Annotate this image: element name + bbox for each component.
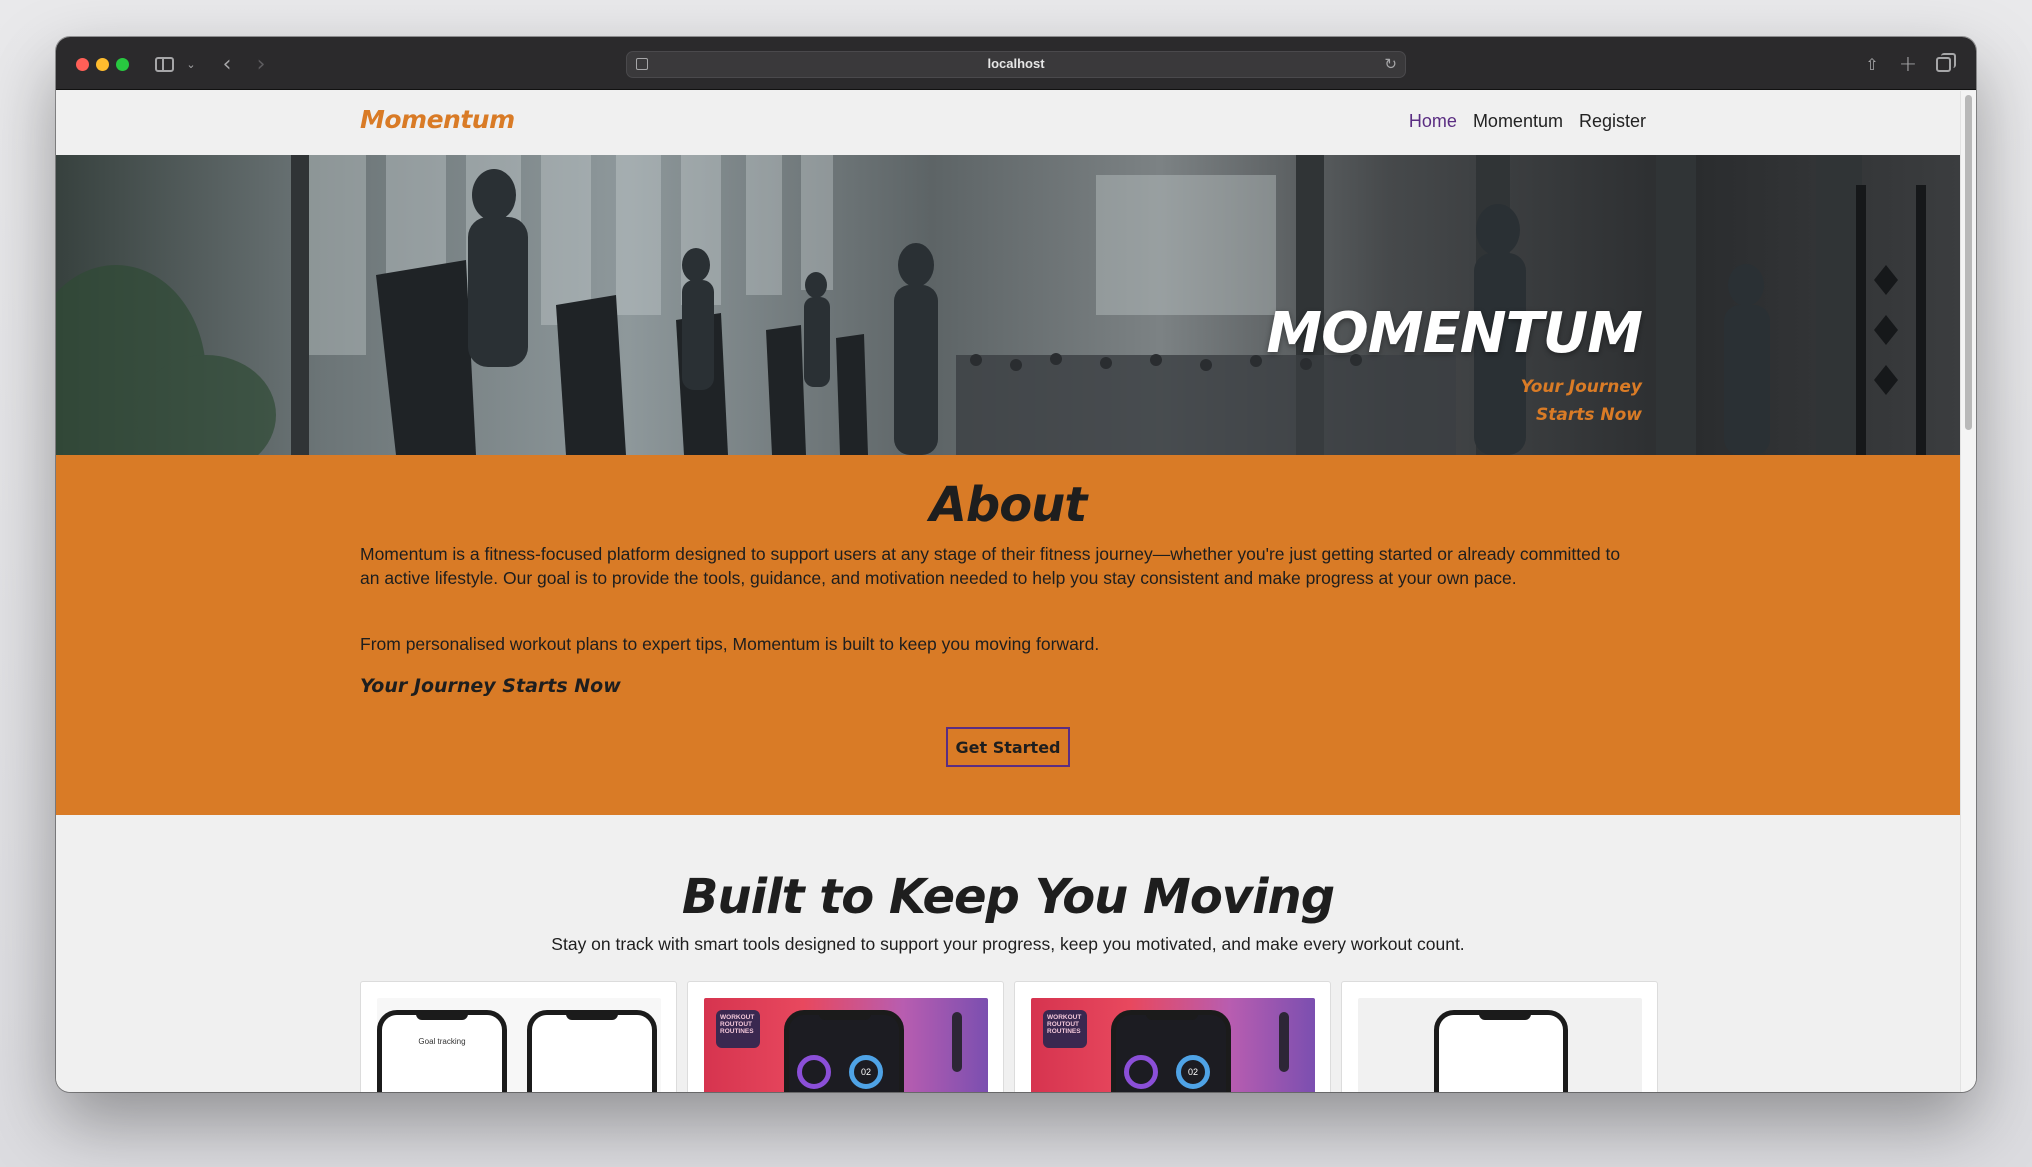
nav-link-momentum[interactable]: Momentum — [1473, 111, 1563, 132]
stat-bar — [1279, 1012, 1289, 1072]
scrollbar-thumb[interactable] — [1965, 95, 1972, 430]
progress-dial: 02 — [1176, 1055, 1210, 1089]
about-title: About — [929, 477, 1088, 533]
feature-cards: Goal tracking WORKOUT ROUTOUT ROUTINES 0… — [360, 981, 1658, 1092]
url-text: localhost — [987, 56, 1045, 71]
about-paragraph-2: From personalised workout plans to exper… — [360, 634, 1100, 654]
page-viewport: Momentum Home Momentum Register MOMENTUM… — [56, 91, 1960, 1092]
address-bar[interactable]: localhost ↻ — [626, 51, 1406, 78]
minimize-window-button[interactable] — [96, 58, 109, 71]
reload-icon[interactable]: ↻ — [1384, 55, 1397, 73]
workout-badge: WORKOUT ROUTOUT ROUTINES — [716, 1010, 760, 1048]
hero-tagline-line1: Your Journey — [1520, 377, 1642, 397]
about-paragraph-1: Momentum is a fitness-focused platform d… — [360, 544, 1621, 588]
progress-dial — [797, 1055, 831, 1089]
phone-screen-label: Goal tracking — [418, 1037, 466, 1046]
chevron-down-icon[interactable]: ⌄ — [184, 51, 198, 77]
hero-tagline: Your Journey Starts Now — [1502, 373, 1642, 429]
forward-arrow-icon[interactable]: › — [250, 51, 272, 77]
phone-mockup: 02 — [784, 1010, 904, 1092]
progress-dial: 02 — [849, 1055, 883, 1089]
get-started-button[interactable]: Get Started — [946, 727, 1070, 767]
feature-card-workout-routines[interactable]: WORKOUT ROUTOUT ROUTINES 02 — [687, 981, 1004, 1092]
hero-title: MOMENTUM — [1266, 301, 1643, 366]
about-tagline: Your Journey Starts Now — [360, 675, 621, 697]
browser-titlebar: ⌄ ‹ › localhost ↻ ⇧ + — [56, 37, 1976, 90]
maximize-window-button[interactable] — [116, 58, 129, 71]
stat-bar — [952, 1012, 962, 1072]
phone-mockup: Goal tracking — [377, 1010, 507, 1092]
workout-routines-image: WORKOUT ROUTOUT ROUTINES 02 — [704, 998, 988, 1092]
workout-badge: WORKOUT ROUTOUT ROUTINES — [1043, 1010, 1087, 1048]
phone-mockup: 02 — [1111, 1010, 1231, 1092]
phone-mockup — [1434, 1010, 1568, 1092]
nav-link-home[interactable]: Home — [1409, 111, 1457, 132]
phone-mockup — [527, 1010, 657, 1092]
back-arrow-icon[interactable]: ‹ — [216, 51, 238, 77]
page-scrollbar[interactable] — [1960, 91, 1976, 1092]
new-tab-icon[interactable]: + — [1898, 51, 1918, 77]
feature-card-app-preview[interactable] — [1341, 981, 1658, 1092]
goal-tracking-image: Goal tracking — [377, 998, 661, 1092]
features-title: Built to Keep You Moving — [681, 869, 1335, 925]
hero-gym-image — [56, 155, 1926, 455]
brand-logo[interactable]: Momentum — [360, 105, 515, 134]
app-preview-image — [1358, 998, 1642, 1092]
share-icon[interactable]: ⇧ — [1862, 51, 1882, 77]
features-subtitle: Stay on track with smart tools designed … — [551, 934, 1465, 954]
progress-dial — [1124, 1055, 1158, 1089]
close-window-button[interactable] — [76, 58, 89, 71]
hero-banner: MOMENTUM Your Journey Starts Now — [56, 155, 1960, 455]
about-section: About Momentum is a fitness-focused plat… — [56, 455, 1960, 815]
nav-link-register[interactable]: Register — [1579, 111, 1646, 132]
site-navbar: Momentum Home Momentum Register — [56, 91, 1960, 155]
browser-window: ⌄ ‹ › localhost ↻ ⇧ + Momentum Home Mome… — [56, 37, 1976, 1092]
nav-links: Home Momentum Register — [1409, 111, 1646, 132]
tab-overview-icon[interactable] — [1932, 51, 1956, 77]
sidebar-toggle-icon[interactable] — [152, 51, 176, 77]
feature-card-goal-tracking[interactable]: Goal tracking — [360, 981, 677, 1092]
feature-card-workout-routines-2[interactable]: WORKOUT ROUTOUT ROUTINES 02 — [1014, 981, 1331, 1092]
hero-tagline-line2: Starts Now — [1535, 405, 1642, 425]
workout-routines-image: WORKOUT ROUTOUT ROUTINES 02 — [1031, 998, 1315, 1092]
